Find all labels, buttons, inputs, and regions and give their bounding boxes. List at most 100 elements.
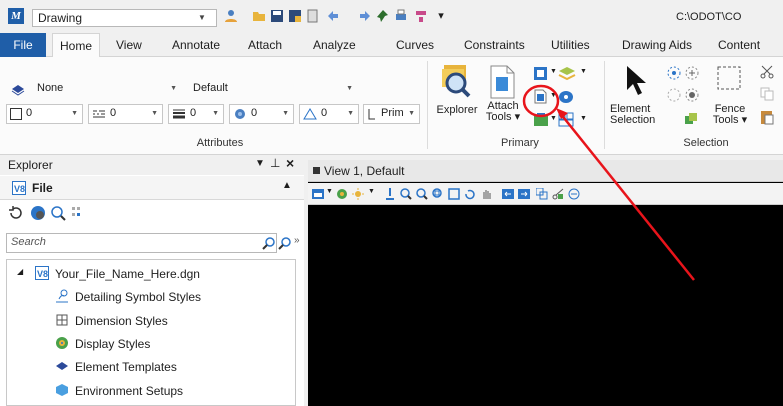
chevron-down-icon[interactable]: ▼ xyxy=(550,68,557,75)
chevron-down-icon[interactable]: ▼ xyxy=(368,188,375,195)
line-style-combo[interactable]: 0 ▼ xyxy=(88,104,163,124)
line-weight-combo[interactable]: 0 ▼ xyxy=(168,104,224,124)
view-next-icon[interactable] xyxy=(518,188,530,200)
properties-icon[interactable] xyxy=(533,112,549,127)
view-menu-icon[interactable] xyxy=(313,167,320,174)
chevron-up-icon[interactable]: ▲ xyxy=(282,180,292,191)
file-section-header[interactable]: V8 File ▲ xyxy=(0,176,304,200)
chevron-down-icon[interactable]: ▼ xyxy=(282,110,289,117)
search-input[interactable]: Search xyxy=(6,233,277,253)
style-set-combo[interactable]: Default ▼ xyxy=(188,79,358,99)
customize-qat-icon[interactable]: ▾ xyxy=(434,9,448,23)
zoom-in-icon[interactable] xyxy=(400,188,412,200)
item-types-icon[interactable] xyxy=(558,112,574,127)
tab-annotate[interactable]: Annotate xyxy=(172,33,220,57)
lighting-icon[interactable] xyxy=(352,188,364,200)
zoom-out-icon[interactable] xyxy=(416,188,428,200)
tab-content[interactable]: Content xyxy=(718,33,760,57)
advanced-search-icon[interactable] xyxy=(278,236,292,250)
save-icon[interactable] xyxy=(270,9,284,23)
tab-constraints[interactable]: Constraints xyxy=(464,33,525,57)
raster-manager-icon[interactable] xyxy=(558,89,574,104)
update-view-icon[interactable] xyxy=(384,188,396,200)
element-selection-label[interactable]: Element Selection xyxy=(610,104,662,126)
copy-icon[interactable] xyxy=(760,87,774,101)
attach-tools-icon[interactable] xyxy=(488,65,516,99)
element-selection-icon[interactable] xyxy=(624,65,648,97)
help-icon[interactable] xyxy=(414,9,428,23)
clip-volume-icon[interactable] xyxy=(552,188,564,200)
panel-menu-icon[interactable]: ▼ xyxy=(255,158,265,169)
pan-view-icon[interactable] xyxy=(480,188,492,200)
chevron-down-icon[interactable]: ▼ xyxy=(198,13,206,22)
chevron-down-icon[interactable]: ▼ xyxy=(347,110,354,117)
microstation-logo-icon[interactable]: M xyxy=(8,8,24,24)
chevron-down-icon[interactable]: ▼ xyxy=(550,115,557,122)
expand-options-icon[interactable]: » xyxy=(294,235,300,246)
chevron-down-icon[interactable]: ▼ xyxy=(408,110,415,117)
save-settings-icon[interactable] xyxy=(288,9,302,23)
window-area-icon[interactable] xyxy=(432,188,444,200)
explorer-label[interactable]: Explorer xyxy=(435,105,479,116)
compress-icon[interactable] xyxy=(306,9,320,23)
cut-icon[interactable] xyxy=(760,65,774,79)
transparency-combo[interactable]: 0 ▼ xyxy=(229,104,294,124)
list-view-icon[interactable] xyxy=(70,205,86,221)
chevron-down-icon[interactable]: ▼ xyxy=(550,92,557,99)
fence-icon[interactable] xyxy=(716,65,742,91)
tab-curves[interactable]: Curves xyxy=(396,33,434,57)
view-previous-icon[interactable] xyxy=(502,188,514,200)
view-attributes-icon[interactable] xyxy=(312,188,324,200)
rotate-view-icon[interactable] xyxy=(464,188,476,200)
chevron-down-icon[interactable]: ▼ xyxy=(580,115,587,122)
priority-combo[interactable]: 0 ▼ xyxy=(299,104,359,124)
attach-tools-label[interactable]: Attach Tools ▾ xyxy=(484,101,522,123)
chevron-down-icon[interactable]: ▼ xyxy=(346,85,353,92)
workspace-selector[interactable]: Drawing xyxy=(32,9,217,27)
chevron-down-icon[interactable]: ▼ xyxy=(580,68,587,75)
collapse-icon[interactable]: ◢ xyxy=(17,267,23,276)
class-combo[interactable]: Prim ▼ xyxy=(363,104,420,124)
select-all-icon[interactable] xyxy=(666,65,682,81)
close-icon[interactable]: × xyxy=(286,155,294,171)
group-icon[interactable] xyxy=(684,112,698,126)
zoom-in-icon[interactable] xyxy=(50,205,66,221)
color-combo[interactable]: 0 ▼ xyxy=(6,104,83,124)
redo-icon[interactable] xyxy=(358,9,372,23)
chevron-down-icon[interactable]: ▼ xyxy=(212,110,219,117)
fence-tools-label[interactable]: Fence Tools ▾ xyxy=(712,104,748,126)
level-combo[interactable]: None ▼ xyxy=(32,79,182,99)
display-style-icon[interactable] xyxy=(336,188,348,200)
chevron-down-icon[interactable]: ▼ xyxy=(170,85,177,92)
references-icon[interactable] xyxy=(533,89,548,104)
undo-icon[interactable] xyxy=(326,9,340,23)
print-icon[interactable] xyxy=(394,9,408,23)
deselect-icon[interactable] xyxy=(666,87,682,103)
tab-view[interactable]: View xyxy=(116,33,142,57)
chevron-down-icon[interactable]: ▼ xyxy=(71,110,78,117)
chevron-down-icon[interactable]: ▼ xyxy=(326,188,333,195)
globe-icon[interactable] xyxy=(30,205,46,221)
invert-selection-icon[interactable] xyxy=(684,87,700,103)
refresh-icon[interactable] xyxy=(8,205,24,221)
explorer-icon[interactable] xyxy=(440,63,472,99)
chevron-down-icon[interactable]: ▼ xyxy=(151,110,158,117)
models-icon[interactable] xyxy=(533,66,548,81)
open-folder-icon[interactable] xyxy=(252,9,266,23)
clip-mask-icon[interactable] xyxy=(568,188,580,200)
pushpin-icon[interactable] xyxy=(376,9,390,23)
person-icon[interactable] xyxy=(224,9,238,23)
copy-view-icon[interactable] xyxy=(536,188,548,200)
select-by-attributes-icon[interactable] xyxy=(684,65,700,81)
pin-icon[interactable]: ⊥ xyxy=(270,156,280,170)
tab-home[interactable]: Home xyxy=(52,33,100,58)
tab-drawing-aids[interactable]: Drawing Aids xyxy=(622,33,692,57)
tab-utilities[interactable]: Utilities xyxy=(551,33,590,57)
tab-analyze[interactable]: Analyze xyxy=(313,33,356,57)
view-window[interactable]: View 1, Default ▼ ▼ xyxy=(308,160,783,406)
fit-view-icon[interactable] xyxy=(448,188,460,200)
search-icon[interactable] xyxy=(262,236,276,250)
level-manager-icon[interactable] xyxy=(558,65,576,81)
paste-icon[interactable] xyxy=(760,109,774,125)
tab-attach[interactable]: Attach xyxy=(248,33,282,57)
